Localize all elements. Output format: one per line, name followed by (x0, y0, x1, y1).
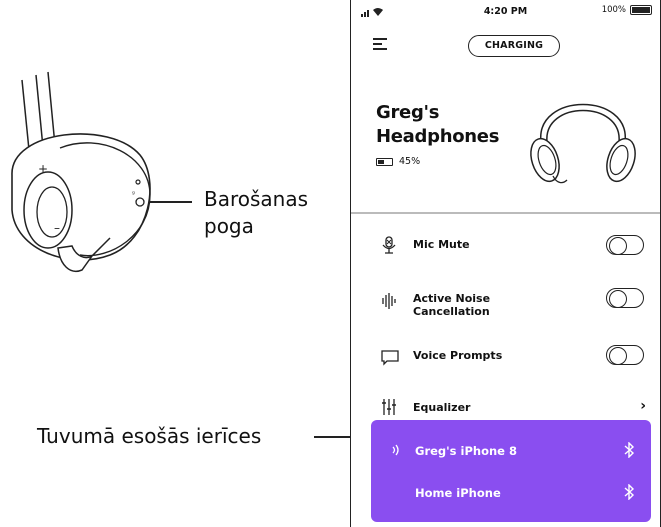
setting-label-noise-cancellation: Active Noise Cancellation (413, 292, 491, 318)
nearby-device-item[interactable]: Greg's iPhone 8 (371, 436, 651, 466)
headset-earcup-illustration: + – ᵍ (11, 71, 151, 272)
audio-wave-icon (392, 444, 399, 456)
headphones-illustration (530, 103, 636, 184)
device-battery: 45% (376, 156, 420, 167)
noise-cancellation-icon (382, 293, 396, 309)
toggle-noise-cancellation[interactable] (606, 288, 644, 308)
setting-row-voice-prompts: Voice Prompts (351, 337, 660, 377)
status-bar: 4:20 PM 100% (351, 4, 660, 20)
mic-mute-icon (382, 236, 396, 254)
setting-row-mic-mute: Mic Mute (351, 226, 660, 266)
nearby-devices-panel: Greg's iPhone 8 Home iPhone (371, 420, 651, 522)
menu-icon[interactable] (373, 38, 387, 50)
status-battery-percent: 100% (601, 5, 626, 15)
section-divider (351, 212, 660, 214)
nearby-device-item[interactable]: Home iPhone (371, 478, 651, 508)
nearby-device-label: Home iPhone (415, 486, 501, 500)
bluetooth-icon (624, 484, 635, 500)
svg-text:–: – (54, 221, 60, 235)
setting-label-voice-prompts: Voice Prompts (413, 349, 503, 362)
nearby-devices-callout: Tuvumā esošās ierīces (37, 424, 262, 448)
battery-icon (630, 5, 652, 15)
nearby-device-label: Greg's iPhone 8 (415, 444, 517, 458)
svg-text:+: + (38, 162, 48, 176)
bluetooth-icon (624, 442, 635, 458)
device-name: Greg's Headphones (376, 102, 500, 147)
setting-label-equalizer: Equalizer (413, 401, 471, 414)
setting-label-mic-mute: Mic Mute (413, 238, 470, 251)
power-button-callout-line (150, 201, 192, 203)
chevron-right-icon: › (640, 398, 646, 414)
charging-status-badge: CHARGING (468, 35, 560, 57)
equalizer-icon (382, 399, 396, 415)
toggle-mic-mute[interactable] (606, 235, 644, 255)
setting-row-equalizer[interactable]: Equalizer › (351, 390, 660, 424)
setting-row-noise-cancellation: Active Noise Cancellation (351, 280, 660, 328)
phone-screen: 4:20 PM 100% CHARGING Greg's Headphones … (350, 0, 661, 527)
toggle-voice-prompts[interactable] (606, 345, 644, 365)
status-battery: 100% (602, 5, 652, 15)
svg-text:ᵍ: ᵍ (132, 190, 135, 198)
battery-percent: 45% (399, 156, 421, 167)
battery-icon (376, 157, 393, 166)
power-button-callout: Barošanas poga (204, 187, 309, 238)
voice-prompts-icon (381, 350, 399, 366)
